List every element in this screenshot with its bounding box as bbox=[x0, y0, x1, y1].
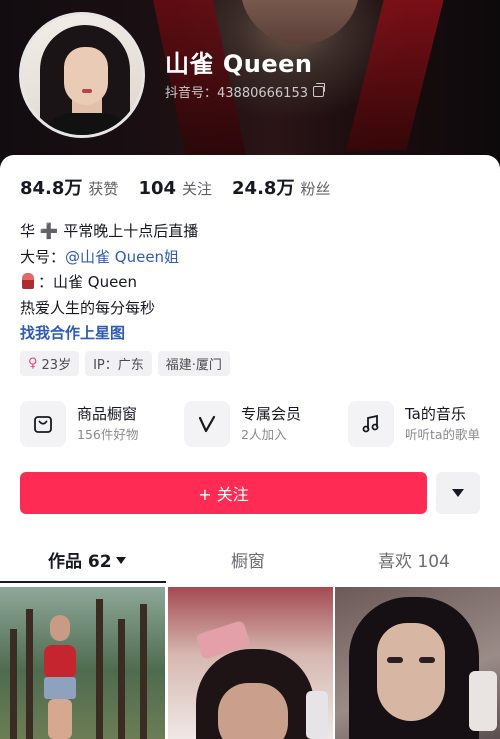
stat-label: 粉丝 bbox=[300, 180, 331, 198]
bio: 华 ➕ 平常晚上十点后直播 大号：@山雀 Queen姐 ：山雀 Queen 热爱… bbox=[20, 219, 198, 347]
stat-followers[interactable]: 24.8万 粉丝 bbox=[232, 174, 330, 200]
tab-showcase[interactable]: 橱窗 bbox=[231, 547, 265, 572]
caret-down-icon bbox=[115, 557, 126, 564]
services-row: 商品橱窗 156件好物 专属会员 2人加入 Ta的音乐 听听ta的歌单 bbox=[20, 398, 500, 450]
video-thumbnail[interactable] bbox=[335, 587, 500, 739]
user-id-text: 抖音号：43880666153 bbox=[165, 86, 308, 101]
stat-following[interactable]: 104 关注 bbox=[138, 178, 212, 199]
follow-button[interactable]: + 关注 bbox=[20, 472, 427, 514]
bio-line: 华 ➕ 平常晚上十点后直播 bbox=[20, 222, 199, 240]
bio-line: 热爱人生的每分每秒 bbox=[20, 298, 156, 317]
avatar[interactable] bbox=[19, 12, 145, 138]
bio-line: 大号：@山雀 Queen姐 bbox=[20, 245, 198, 271]
alt-account-link[interactable]: @山雀 Queen姐 bbox=[65, 248, 179, 266]
service-title: 专属会员 bbox=[241, 405, 302, 423]
service-shop-window[interactable]: 商品橱窗 156件好物 bbox=[20, 398, 138, 450]
more-options-button[interactable] bbox=[436, 472, 480, 514]
video-thumbnail[interactable] bbox=[168, 587, 333, 739]
stat-value: 104 bbox=[138, 178, 177, 199]
active-tab-indicator bbox=[0, 581, 166, 583]
profile-card: 84.8万 获赞 104 关注 24.8万 粉丝 华 ➕ 平常晚上十点后直播 大… bbox=[0, 155, 500, 739]
ip-tag: IP：广东 bbox=[85, 351, 152, 376]
tab-works[interactable]: 作品 62 bbox=[48, 547, 126, 572]
shopping-bag-icon bbox=[20, 401, 66, 447]
service-music[interactable]: Ta的音乐 听听ta的歌单 bbox=[348, 398, 480, 450]
scarf-icon bbox=[22, 273, 34, 289]
banner-decor bbox=[240, 0, 360, 45]
age-tag: ♀ 23岁 bbox=[20, 351, 80, 376]
stat-value: 84.8万 bbox=[20, 178, 83, 199]
content-tabs: 作品 62 橱窗 喜欢 104 bbox=[0, 543, 500, 585]
stat-label: 获赞 bbox=[88, 180, 119, 198]
bio-line: ：山雀 Queen bbox=[20, 270, 198, 296]
copy-icon[interactable] bbox=[312, 83, 325, 97]
business-link[interactable]: 找我合作上星图 bbox=[20, 321, 198, 347]
service-subtitle: 听听ta的歌单 bbox=[405, 427, 481, 442]
female-icon: ♀ bbox=[28, 356, 38, 371]
stats-row: 84.8万 获赞 104 关注 24.8万 粉丝 bbox=[20, 174, 330, 200]
tab-label: 作品 62 bbox=[48, 552, 112, 572]
service-title: 商品橱窗 bbox=[77, 405, 138, 423]
service-subtitle: 156件好物 bbox=[77, 427, 139, 442]
location-tag: 福建·厦门 bbox=[157, 351, 230, 376]
bio-line-prefix: 大号： bbox=[20, 247, 66, 266]
music-note-icon bbox=[348, 401, 394, 447]
profile-name: 山雀 Queen bbox=[165, 50, 313, 78]
stat-label: 关注 bbox=[182, 180, 213, 198]
banner-decor bbox=[152, 0, 248, 160]
service-title: Ta的音乐 bbox=[405, 405, 466, 423]
user-id: 抖音号：43880666153 bbox=[165, 82, 325, 101]
profile-tags: ♀ 23岁 IP：广东 福建·厦门 bbox=[20, 351, 230, 376]
video-grid bbox=[0, 587, 500, 739]
chevron-down-icon bbox=[452, 489, 464, 497]
video-thumbnail[interactable] bbox=[0, 587, 165, 739]
bio-line-text: ：山雀 Queen bbox=[38, 273, 138, 291]
profile-banner: 山雀 Queen 抖音号：43880666153 bbox=[0, 0, 500, 175]
stat-likes: 84.8万 获赞 bbox=[20, 174, 118, 200]
banner-decor bbox=[346, 0, 444, 150]
tab-likes[interactable]: 喜欢 104 bbox=[378, 547, 450, 572]
v-member-icon bbox=[184, 401, 230, 447]
service-membership[interactable]: 专属会员 2人加入 bbox=[184, 398, 301, 450]
stat-value: 24.8万 bbox=[232, 178, 295, 199]
age-text: 23岁 bbox=[41, 358, 72, 373]
service-subtitle: 2人加入 bbox=[241, 427, 287, 442]
